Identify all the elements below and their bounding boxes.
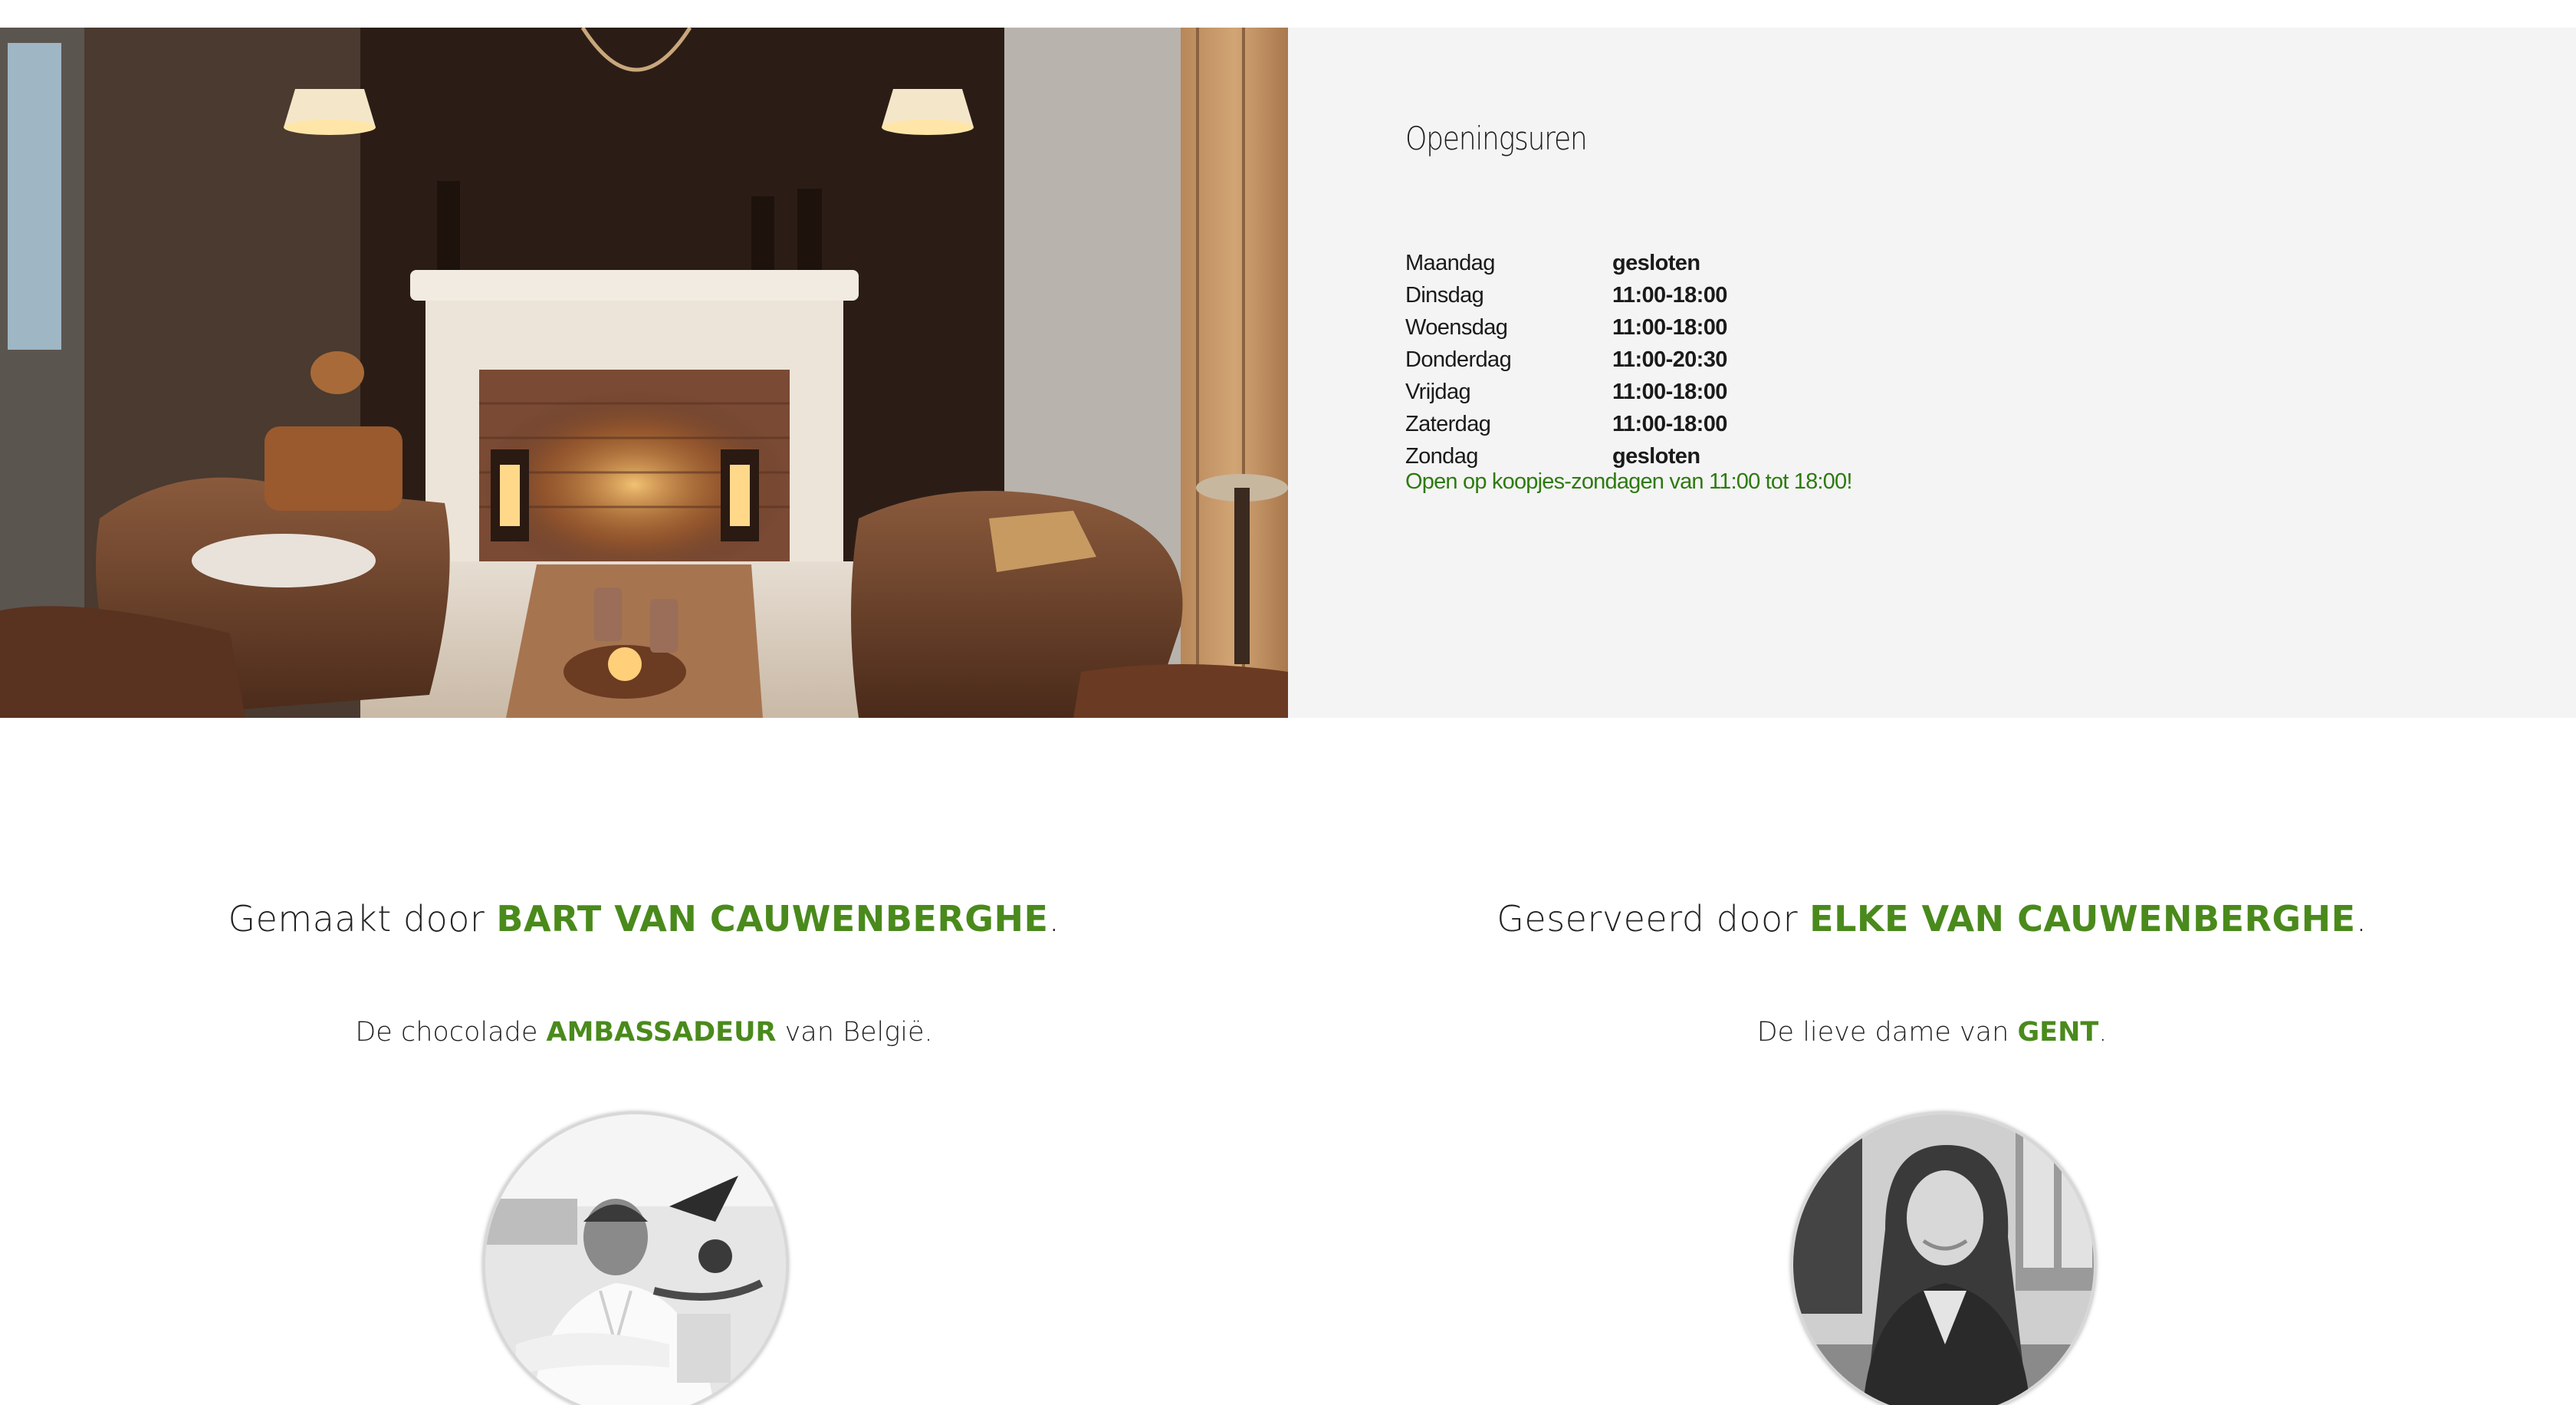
hours-row: Donderdag 11:00-20:30 (1405, 344, 1727, 376)
hours-row: Woensdag 11:00-18:00 (1405, 311, 1727, 344)
hours-time: 11:00-18:00 (1612, 283, 1727, 308)
hours-time: 11:00-18:00 (1612, 412, 1727, 436)
maker-sub-accent: AMBASSADEUR (546, 1017, 777, 1048)
hours-time: gesloten (1612, 444, 1700, 469)
host-heading: Geserveerd door ELKE VAN CAUWENBERGHE. (1288, 890, 2576, 948)
hours-day: Vrijdag (1405, 380, 1471, 404)
host-heading-prefix: Geserveerd door (1497, 898, 1810, 939)
maker-sub-suffix: van België. (776, 1017, 933, 1048)
maker-heading-prefix: Gemaakt door (228, 898, 497, 939)
hours-day: Zondag (1405, 444, 1478, 469)
hours-day: Dinsdag (1405, 283, 1484, 308)
host-section: Geserveerd door ELKE VAN CAUWENBERGHE. D… (1288, 890, 2576, 1055)
maker-heading: Gemaakt door BART VAN CAUWENBERGHE. (0, 890, 1288, 948)
hours-row: Zondag gesloten (1405, 440, 1727, 472)
opening-hours-title: Openingsuren (1405, 120, 1588, 157)
hours-row: Dinsdag 11:00-18:00 (1405, 279, 1727, 311)
sunday-sales-note: Open op koopjes-zondagen van 11:00 tot 1… (1405, 469, 1852, 494)
host-avatar (1791, 1112, 2096, 1405)
page: Openingsuren Maandag gesloten Dinsdag 11… (0, 0, 2576, 1405)
hours-row: Zaterdag 11:00-18:00 (1405, 408, 1727, 440)
maker-section: Gemaakt door BART VAN CAUWENBERGHE. De c… (0, 890, 1288, 1055)
opening-hours-panel: Openingsuren Maandag gesloten Dinsdag 11… (1288, 28, 2576, 718)
host-sub-prefix: De lieve dame van (1756, 1017, 2018, 1048)
hours-time: 11:00-18:00 (1612, 315, 1727, 340)
hours-row: Vrijdag 11:00-18:00 (1405, 376, 1727, 408)
lounge-photo (0, 28, 1288, 718)
hours-day: Donderdag (1405, 347, 1512, 372)
host-sub-suffix: . (2098, 1017, 2108, 1048)
hours-day: Woensdag (1405, 315, 1508, 340)
maker-avatar (483, 1112, 788, 1405)
hours-time: 11:00-20:30 (1612, 347, 1727, 372)
maker-subtitle: De chocolade AMBASSADEUR van België. (0, 1009, 1288, 1055)
hours-time: 11:00-18:00 (1612, 380, 1727, 404)
host-heading-suffix: . (2355, 898, 2367, 939)
host-subtitle: De lieve dame van GENT. (1288, 1009, 2576, 1055)
hours-day: Zaterdag (1405, 412, 1491, 436)
maker-name: BART VAN CAUWENBERGHE (496, 898, 1049, 939)
opening-hours-table: Maandag gesloten Dinsdag 11:00-18:00 Woe… (1405, 247, 1727, 472)
host-name: ELKE VAN CAUWENBERGHE (1809, 898, 2356, 939)
host-sub-accent: GENT (2017, 1017, 2099, 1048)
hero-section: Openingsuren Maandag gesloten Dinsdag 11… (0, 28, 2576, 718)
maker-sub-prefix: De chocolade (355, 1017, 547, 1048)
maker-heading-suffix: . (1048, 898, 1060, 939)
hours-day: Maandag (1405, 251, 1495, 275)
hours-time: gesloten (1612, 251, 1700, 275)
hours-row: Maandag gesloten (1405, 247, 1727, 279)
